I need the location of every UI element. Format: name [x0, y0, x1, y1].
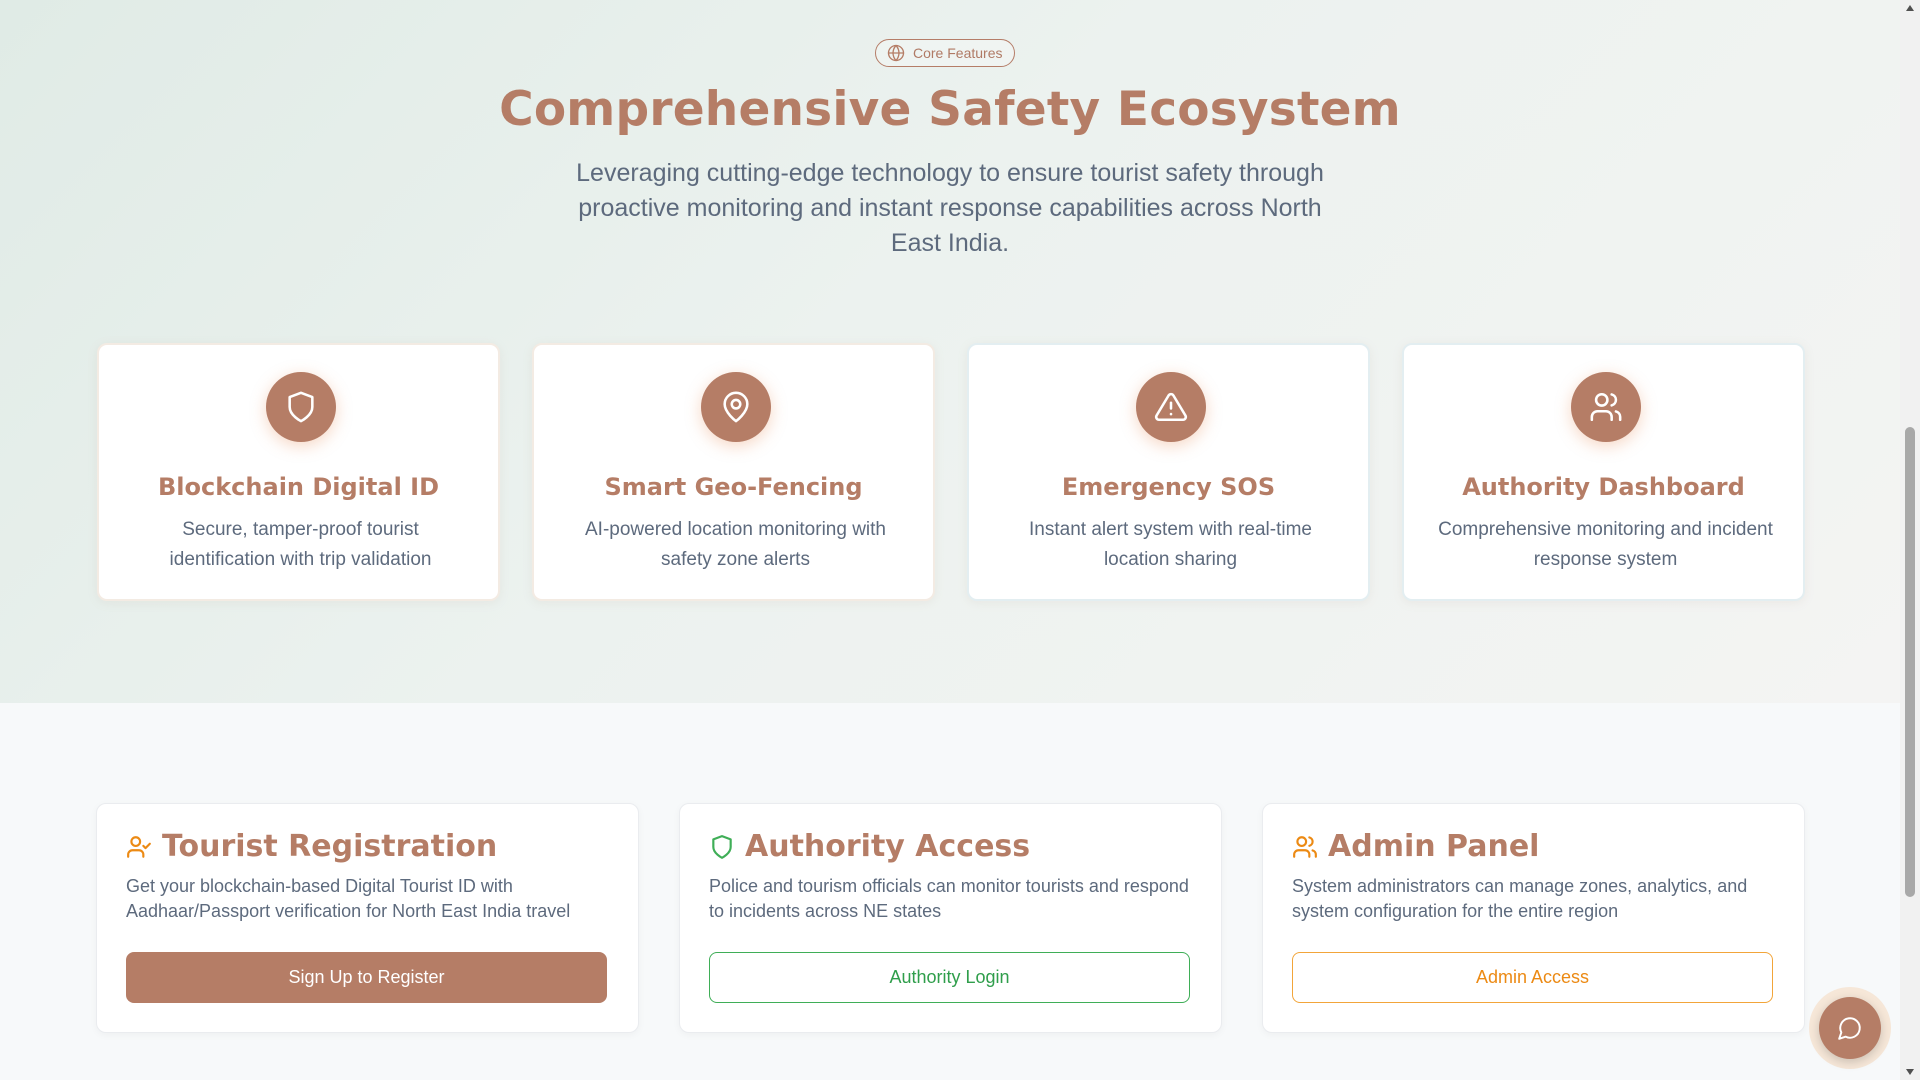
shield-icon	[288, 391, 314, 423]
core-features-badge: Core Features	[875, 39, 1016, 67]
map-pin-icon	[723, 391, 749, 423]
section-title: Comprehensive Safety Ecosystem	[499, 82, 1401, 137]
feature-icon-badge	[1571, 372, 1641, 442]
users-icon	[1590, 392, 1622, 422]
feature-description: Comprehensive monitoring and incident re…	[1438, 519, 1773, 570]
feature-description: Instant alert system with real-time loca…	[1029, 519, 1312, 570]
card-description: Get your blockchain-based Digital Touris…	[126, 876, 571, 921]
scroll-down-arrow-icon[interactable]	[1900, 1064, 1920, 1080]
card-title: Admin Panel	[1328, 829, 1540, 864]
feature-card-emergency-sos: Emergency SOS Instant alert system with …	[967, 343, 1370, 601]
admin-access-button[interactable]: Admin Access	[1292, 952, 1773, 1003]
feature-icon-badge	[1136, 372, 1206, 442]
feature-description: Secure, tamper-proof tourist identificat…	[169, 519, 432, 570]
tourist-registration-card: Tourist Registration Get your blockchain…	[96, 803, 639, 1033]
scroll-up-arrow-icon[interactable]	[1900, 0, 1920, 16]
scrollbar-thumb[interactable]	[1905, 427, 1915, 897]
feature-card-digital-id: Blockchain Digital ID Secure, tamper-pro…	[97, 343, 500, 601]
card-description: Police and tourism officials can monitor…	[709, 876, 1189, 921]
feature-icon-badge	[266, 372, 336, 442]
features-section: Core Features Comprehensive Safety Ecosy…	[0, 0, 1900, 703]
globe-icon	[887, 44, 905, 62]
user-check-icon	[127, 835, 151, 858]
card-title: Tourist Registration	[162, 829, 498, 864]
card-header: Admin Panel	[1292, 829, 1539, 864]
authority-login-button[interactable]: Authority Login	[709, 952, 1190, 1003]
card-description: System administrators can manage zones, …	[1292, 876, 1748, 921]
chat-button[interactable]	[1819, 997, 1881, 1059]
feature-title: Authority Dashboard	[1462, 473, 1745, 501]
alert-triangle-icon	[1154, 392, 1188, 422]
section-subtitle: Leveraging cutting-edge technology to en…	[576, 159, 1324, 257]
shield-icon	[712, 834, 732, 859]
admin-panel-card: Admin Panel System administrators can ma…	[1262, 803, 1805, 1033]
feature-card-authority-dashboard: Authority Dashboard Comprehensive monito…	[1402, 343, 1805, 601]
feature-icon-badge	[701, 372, 771, 442]
feature-description: AI-powered location monitoring with safe…	[585, 519, 886, 570]
feature-title: Blockchain Digital ID	[157, 473, 440, 501]
badge-label: Core Features	[913, 45, 1003, 61]
card-header: Tourist Registration	[126, 829, 497, 864]
card-title: Authority Access	[745, 829, 1031, 864]
vertical-scrollbar[interactable]	[1900, 0, 1920, 1080]
feature-title: Smart Geo-Fencing	[604, 473, 863, 501]
chat-bubble-icon	[1838, 1017, 1861, 1040]
sign-up-to-register-button[interactable]: Sign Up to Register	[126, 952, 607, 1003]
card-header: Authority Access	[709, 829, 1030, 864]
feature-title: Emergency SOS	[1061, 473, 1276, 501]
authority-access-card: Authority Access Police and tourism offi…	[679, 803, 1222, 1033]
users-icon	[1293, 835, 1317, 858]
page: Core Features Comprehensive Safety Ecosy…	[0, 0, 1900, 1080]
feature-card-geo-fencing: Smart Geo-Fencing AI-powered location mo…	[532, 343, 935, 601]
